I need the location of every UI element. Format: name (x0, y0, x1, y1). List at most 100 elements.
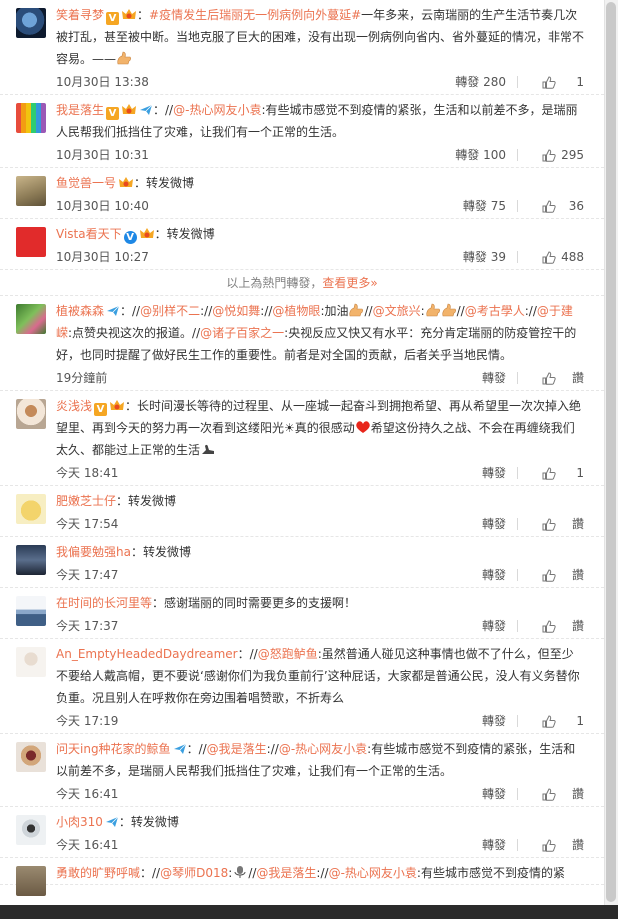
avatar[interactable] (16, 866, 46, 896)
username-link[interactable]: 在时间的长河里等 (56, 596, 152, 610)
mention-link[interactable]: @怒跑鲈鱼 (258, 647, 318, 661)
topic-link[interactable]: #疫情发生后瑞丽无一例病例向外蔓延# (149, 8, 361, 22)
like-button[interactable]: 讚 (528, 833, 584, 857)
like-label: 讚 (571, 838, 584, 852)
member-crown-icon (119, 177, 134, 187)
repost-count: 280 (483, 75, 506, 89)
repost-button[interactable]: 轉發 (482, 461, 506, 485)
mention-link[interactable]: @别样不二 (140, 304, 200, 318)
like-thumb-icon (542, 250, 556, 264)
repost-count: 39 (490, 250, 506, 264)
avatar[interactable] (16, 176, 46, 206)
username-link[interactable]: 勇敢的旷野呼喊 (56, 866, 140, 880)
mention-link[interactable]: @诸子百家之一 (200, 326, 284, 340)
like-button[interactable]: 1 (528, 461, 584, 485)
repost-text: An_EmptyHeadedDaydreamer：//@怒跑鲈鱼:虽然普通人碰见… (56, 643, 584, 709)
repost-item: 小肉310 ：转发微博 今天 16:41 轉發讚 (0, 807, 604, 858)
avatar[interactable] (16, 227, 46, 257)
repost-meta: 今天 18:41 轉發 1 (56, 461, 584, 485)
flexed-arm-emoji-icon (202, 444, 215, 454)
repost-button[interactable]: 轉發 (482, 833, 506, 857)
repost-item: Vista看天下 V ：转发微博 10月30日 10:27 轉發 39 488 (0, 219, 604, 270)
like-button[interactable]: 讚 (528, 782, 584, 806)
separator: ：// (120, 304, 141, 318)
hot-reposts-note: 以上為熱門轉發，查看更多» (0, 270, 604, 296)
username-link[interactable]: 问天ing种花家的鲸鱼 (56, 742, 171, 756)
repost-button[interactable]: 轉發 (482, 366, 506, 390)
avatar[interactable] (16, 399, 46, 429)
mention-link[interactable]: @-热心网友小袁 (279, 742, 367, 756)
mention-link[interactable]: @-热心网友小袁 (173, 103, 261, 117)
repost-button[interactable]: 轉發 (482, 614, 506, 638)
repost-meta: 19分鐘前 轉發讚 (56, 366, 584, 390)
like-button[interactable]: 36 (528, 194, 584, 218)
avatar[interactable] (16, 494, 46, 524)
username-link[interactable]: 笑着寻梦 (56, 8, 104, 22)
mention-link[interactable]: @我是落生 (207, 742, 267, 756)
repost-item: 我是落生 V ：//@-热心网友小袁:有些城市感觉不到疫情的紧张，生活和以前差不多，… (0, 95, 604, 168)
username-link[interactable]: An_EmptyHeadedDaydreamer (56, 647, 238, 661)
avatar[interactable] (16, 103, 46, 133)
repost-item: 植被森森 ：//@别样不二://@悦如舞://@植物眼:加油//@文旅兴://@考… (0, 296, 604, 391)
avatar[interactable] (16, 742, 46, 772)
avatar[interactable] (16, 596, 46, 626)
like-button[interactable]: 讚 (528, 366, 584, 390)
repost-button[interactable]: 轉發 39 (463, 245, 506, 269)
username-link[interactable]: 鱼觉兽一号 (56, 176, 116, 190)
repost-body-text: :// (524, 304, 537, 318)
like-label: 讚 (571, 568, 584, 582)
like-button[interactable]: 1 (528, 70, 584, 94)
mention-link[interactable]: @琴师D018 (160, 866, 228, 880)
like-thumb-icon (542, 148, 556, 162)
like-thumb-icon (542, 517, 556, 531)
repost-button[interactable]: 轉發 75 (463, 194, 506, 218)
view-more-link[interactable]: 查看更多» (322, 276, 377, 290)
microphone-emoji-icon (234, 866, 246, 878)
mention-link[interactable]: @文旅兴 (373, 304, 421, 318)
repost-button[interactable]: 轉發 (482, 563, 506, 587)
repost-button[interactable]: 轉發 (482, 709, 506, 733)
repost-body-text: :点赞央视这次的报道。// (68, 326, 201, 340)
avatar[interactable] (16, 815, 46, 845)
username-link[interactable]: 植被森森 (56, 304, 104, 318)
mention-link[interactable]: @悦如舞 (212, 304, 260, 318)
mention-link[interactable]: @植物眼 (272, 304, 320, 318)
scrollbar[interactable] (604, 0, 618, 905)
repost-label: 轉發 (481, 517, 506, 531)
like-button[interactable]: 488 (528, 245, 584, 269)
repost-count: 75 (490, 199, 506, 213)
avatar[interactable] (16, 545, 46, 575)
repost-label: 轉發 (455, 148, 480, 162)
like-count: 1 (576, 75, 584, 89)
username-link[interactable]: 肥嫩芝士仔 (56, 494, 116, 508)
like-button[interactable]: 讚 (528, 512, 584, 536)
hot-reposts: 笑着寻梦 V ：#疫情发生后瑞丽无一例病例向外蔓延#一年多来，云南瑞丽的生产生活节奏… (0, 0, 604, 270)
separator: ： (116, 494, 129, 508)
like-label: 讚 (571, 517, 584, 531)
avatar[interactable] (16, 304, 46, 334)
username-link[interactable]: Vista看天下 (56, 227, 122, 241)
repost-text: 植被森森 ：//@别样不二://@悦如舞://@植物眼:加油//@文旅兴://@考… (56, 300, 584, 366)
mention-link[interactable]: @考古學人 (465, 304, 525, 318)
mention-link[interactable]: @我是落生 (256, 866, 316, 880)
username-link[interactable]: 炎浅浅 (56, 399, 92, 413)
username-link[interactable]: 我是落生 (56, 103, 104, 117)
mention-link[interactable]: @-热心网友小袁 (329, 866, 417, 880)
username-link[interactable]: 小肉310 (56, 815, 103, 829)
repost-button[interactable]: 轉發 100 (455, 143, 506, 167)
member-crown-icon (110, 400, 125, 410)
avatar[interactable] (16, 647, 46, 677)
like-button[interactable]: 295 (528, 143, 584, 167)
username-link[interactable]: 我偏要勉强ha (56, 545, 131, 559)
like-button[interactable]: 讚 (528, 614, 584, 638)
scrollbar-thumb[interactable] (606, 2, 616, 902)
repost-button[interactable]: 轉發 (482, 512, 506, 536)
avatar[interactable] (16, 8, 46, 38)
repost-body-text: // (456, 304, 465, 318)
repost-button[interactable]: 轉發 280 (455, 70, 506, 94)
like-button[interactable]: 讚 (528, 563, 584, 587)
repost-button[interactable]: 轉發 (482, 782, 506, 806)
like-button[interactable]: 1 (528, 709, 584, 733)
separator: ： (152, 596, 165, 610)
like-thumb-icon (542, 199, 556, 213)
